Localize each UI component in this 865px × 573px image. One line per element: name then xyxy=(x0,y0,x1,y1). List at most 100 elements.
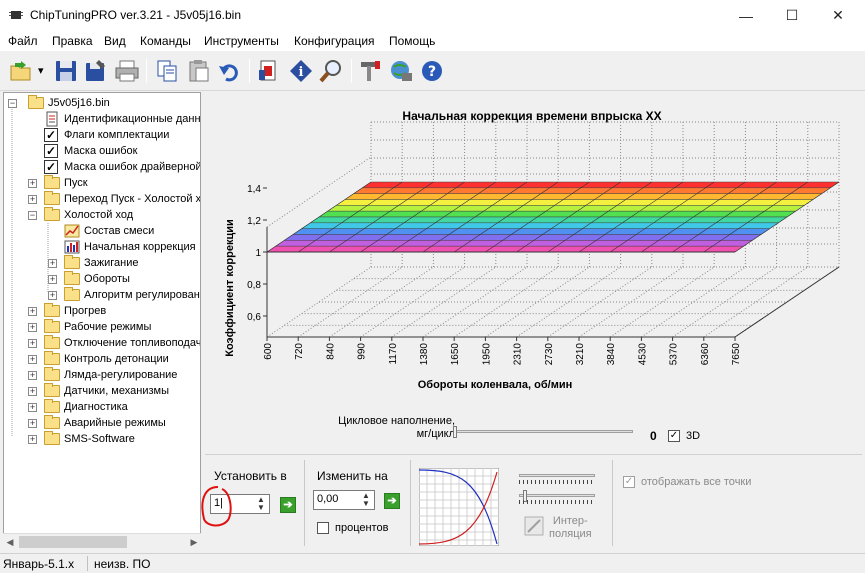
menu-commands[interactable]: Команды xyxy=(140,34,191,48)
interpolation-label-line1: Интер- xyxy=(552,515,588,527)
menu-config[interactable]: Конфигурация xyxy=(294,34,375,48)
apply-set-button[interactable]: ➔ xyxy=(280,497,296,513)
maximize-button[interactable]: ☐ xyxy=(769,0,815,31)
tree-item[interactable]: + SMS-Software xyxy=(4,431,200,447)
interpolation-curve-preview[interactable] xyxy=(419,468,499,546)
surface-band xyxy=(326,205,806,212)
tree-item[interactable]: + Контроль детонации xyxy=(4,351,200,367)
paste-icon[interactable] xyxy=(186,58,212,84)
tree-panel[interactable]: − J5v05j16.bin Идентификационные данн ✓ Фл… xyxy=(3,92,201,549)
cycle-fill-label: Цикловое наполнение, мг/цикл xyxy=(305,415,455,441)
expand-icon[interactable]: + xyxy=(28,307,37,316)
expand-icon[interactable]: + xyxy=(28,419,37,428)
save-as-icon[interactable] xyxy=(83,58,109,84)
tree-item[interactable]: + Переход Пуск - Холостой х xyxy=(4,191,200,207)
network-icon[interactable] xyxy=(388,58,414,84)
expand-icon[interactable]: + xyxy=(28,339,37,348)
expand-icon[interactable]: + xyxy=(28,195,37,204)
show-all-points-checkbox[interactable]: ✓ xyxy=(623,476,635,488)
expand-icon[interactable]: + xyxy=(28,435,37,444)
set-to-spinner[interactable]: ▲ ▼ xyxy=(254,496,268,512)
interpolation-icon[interactable] xyxy=(524,516,544,536)
menu-help[interactable]: Помощь xyxy=(389,34,435,48)
tree-item[interactable]: + Лямда-регулирование xyxy=(4,367,200,383)
change-by-spinner[interactable]: ▲ ▼ xyxy=(359,492,373,508)
interp-slider-2[interactable] xyxy=(519,494,595,497)
tree-item-label: Зажигание xyxy=(84,257,139,269)
expand-icon[interactable]: + xyxy=(28,371,37,380)
collapse-icon[interactable]: − xyxy=(8,99,17,108)
surface-band xyxy=(309,216,788,224)
info-icon[interactable]: i xyxy=(288,58,314,84)
surface-band xyxy=(352,187,832,194)
tree-item[interactable]: + Зажигание xyxy=(4,255,200,271)
tree-item[interactable]: + Аварийные режимы xyxy=(4,415,200,431)
print-icon[interactable] xyxy=(114,58,140,84)
menu-view[interactable]: Вид xyxy=(104,34,126,48)
menu-edit[interactable]: Правка xyxy=(52,34,93,48)
change-by-label: Изменить на xyxy=(317,469,388,483)
spin-down-icon[interactable]: ▼ xyxy=(359,500,373,508)
expand-icon[interactable]: + xyxy=(28,403,37,412)
tree-item[interactable]: ✓ Маска ошибок драйверной xyxy=(4,159,201,175)
expand-icon[interactable]: + xyxy=(28,355,37,364)
status-software: неизв. ПО xyxy=(94,557,151,571)
folder-icon xyxy=(44,319,60,333)
tree-item[interactable]: + Пуск xyxy=(4,175,200,191)
interp-slider-1[interactable] xyxy=(519,474,595,477)
depth-axis xyxy=(734,266,840,338)
grid-line xyxy=(329,266,434,338)
help-icon[interactable]: ? xyxy=(419,58,445,84)
close-button[interactable]: ✕ xyxy=(815,0,861,31)
tree-item[interactable]: + Отключение топливоподач xyxy=(4,335,200,351)
folder-icon xyxy=(44,303,60,317)
expand-icon[interactable]: + xyxy=(28,387,37,396)
tree-item[interactable]: + Диагностика xyxy=(4,399,200,415)
tree-item[interactable]: − Холостой ход xyxy=(4,207,200,223)
change-by-input[interactable]: 0,00 ▲ ▼ xyxy=(313,490,375,510)
expand-icon[interactable]: + xyxy=(28,323,37,332)
compare-icon[interactable] xyxy=(256,58,282,84)
cycle-fill-slider-thumb[interactable] xyxy=(453,426,457,438)
menu-tools[interactable]: Инструменты xyxy=(204,34,279,48)
search-icon[interactable] xyxy=(318,58,344,84)
expand-icon[interactable]: + xyxy=(28,179,37,188)
tree-item[interactable]: + Датчики, механизмы xyxy=(4,383,200,399)
cycle-fill-slider[interactable] xyxy=(455,430,633,433)
x-tick-label: 720 xyxy=(294,343,305,360)
tree-item[interactable]: ✓ Маска ошибок xyxy=(4,143,200,159)
percent-checkbox[interactable] xyxy=(317,522,329,534)
surface-chart[interactable]: Начальная коррекция времени впрыска XX К… xyxy=(205,92,862,454)
check-3d[interactable]: ✓ xyxy=(668,430,680,442)
scroll-left-icon[interactable]: ◀ xyxy=(3,536,17,548)
save-icon[interactable] xyxy=(53,58,79,84)
undo-icon[interactable] xyxy=(216,58,242,84)
folder-icon xyxy=(44,351,60,365)
expand-icon[interactable]: + xyxy=(48,275,57,284)
minimize-button[interactable]: — xyxy=(723,0,769,31)
scroll-thumb[interactable] xyxy=(19,536,127,548)
check-3d-label: 3D xyxy=(686,430,701,442)
expand-icon[interactable]: + xyxy=(48,291,57,300)
tree-item-label: Маска ошибок драйверной xyxy=(64,161,201,173)
tree-item[interactable]: + Алгоритм регулирован xyxy=(4,287,200,303)
tree-item[interactable]: ✓ Флаги комплектации xyxy=(4,127,200,143)
open-dropdown-arrow[interactable]: ▾ xyxy=(38,64,44,77)
tree-item[interactable]: + Рабочие режимы xyxy=(4,319,200,335)
tree-item[interactable]: Идентификационные данн xyxy=(4,111,200,127)
tree-hscrollbar[interactable]: ◀ ▶ xyxy=(3,533,201,549)
spin-down-icon[interactable]: ▼ xyxy=(254,504,268,512)
copy-icon[interactable] xyxy=(154,58,180,84)
tree-item[interactable]: + Прогрев xyxy=(4,303,200,319)
tree-item[interactable]: Начальная коррекция xyxy=(4,239,200,255)
scroll-right-icon[interactable]: ▶ xyxy=(187,536,201,548)
tree-item[interactable]: + Обороты xyxy=(4,271,200,287)
expand-icon[interactable]: + xyxy=(48,259,57,268)
apply-change-button[interactable]: ➔ xyxy=(384,493,400,509)
tools-icon[interactable] xyxy=(358,58,384,84)
collapse-icon[interactable]: − xyxy=(28,211,37,220)
tree-item[interactable]: Состав смеси xyxy=(4,223,200,239)
open-folder-icon[interactable] xyxy=(8,58,34,84)
interpolation-group: Интер- поляция xyxy=(411,460,613,546)
menu-file[interactable]: Файл xyxy=(8,34,38,48)
